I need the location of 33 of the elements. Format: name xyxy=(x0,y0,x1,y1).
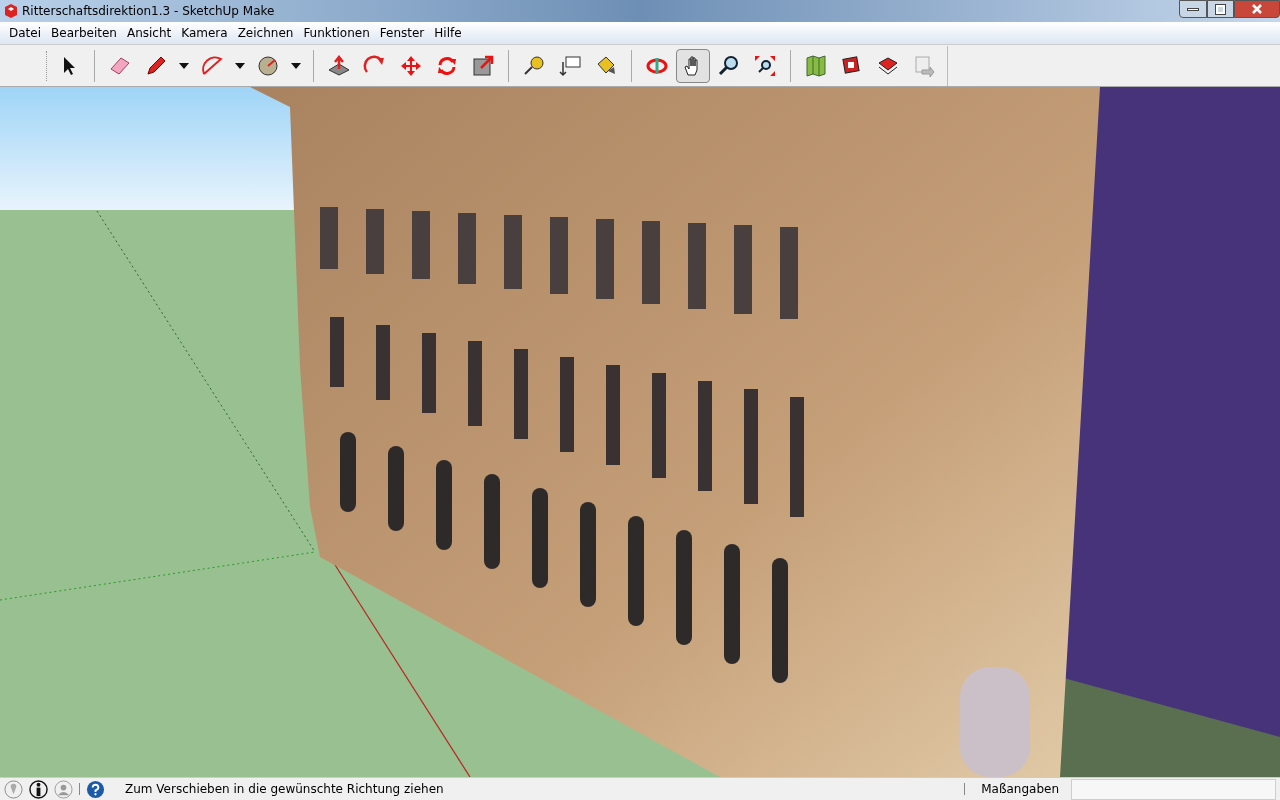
window-title: Ritterschaftsdirektion1.3 - SketchUp Make xyxy=(22,3,275,20)
app-logo-icon xyxy=(3,3,19,19)
menu-item[interactable]: Zeichnen xyxy=(232,24,299,42)
help-icon[interactable] xyxy=(86,779,105,799)
restore-button[interactable] xyxy=(1207,0,1234,18)
caret-icon[interactable] xyxy=(179,62,189,69)
measurements-label: Maßangaben xyxy=(981,781,1059,798)
info-person-icon[interactable] xyxy=(29,779,48,799)
caret-icon[interactable] xyxy=(291,62,301,69)
zoom-icon xyxy=(717,53,741,78)
caret-icon[interactable] xyxy=(235,62,245,69)
menu-item[interactable]: Fenster xyxy=(374,24,430,42)
menu-item[interactable]: Hilfe xyxy=(429,24,467,42)
minimize-button[interactable] xyxy=(1179,0,1207,18)
measurements-field[interactable] xyxy=(1071,778,1276,800)
push-pull-icon xyxy=(327,53,351,78)
export-icon xyxy=(912,53,936,78)
toolbar-button[interactable] xyxy=(676,48,710,83)
circle-icon xyxy=(256,53,280,78)
status-hint: Zum Verschieben in die gewünschte Richtung ziehen xyxy=(125,781,444,798)
menu-item[interactable]: Kamera xyxy=(176,24,233,42)
zoom-extents-icon xyxy=(753,53,777,78)
scale-icon xyxy=(471,53,495,78)
menu-item[interactable]: Bearbeiten xyxy=(46,24,122,42)
menu-item[interactable]: Ansicht xyxy=(121,24,177,42)
close-button[interactable] xyxy=(1234,0,1280,18)
close-icon xyxy=(1252,4,1262,14)
text-label-icon xyxy=(558,53,582,78)
model-viewport-drawing[interactable] xyxy=(0,87,1280,777)
menu-item[interactable]: Datei xyxy=(4,24,46,42)
menu-item[interactable]: Funktionen xyxy=(298,24,375,42)
arc-icon xyxy=(200,53,224,78)
map-icon xyxy=(804,53,828,78)
